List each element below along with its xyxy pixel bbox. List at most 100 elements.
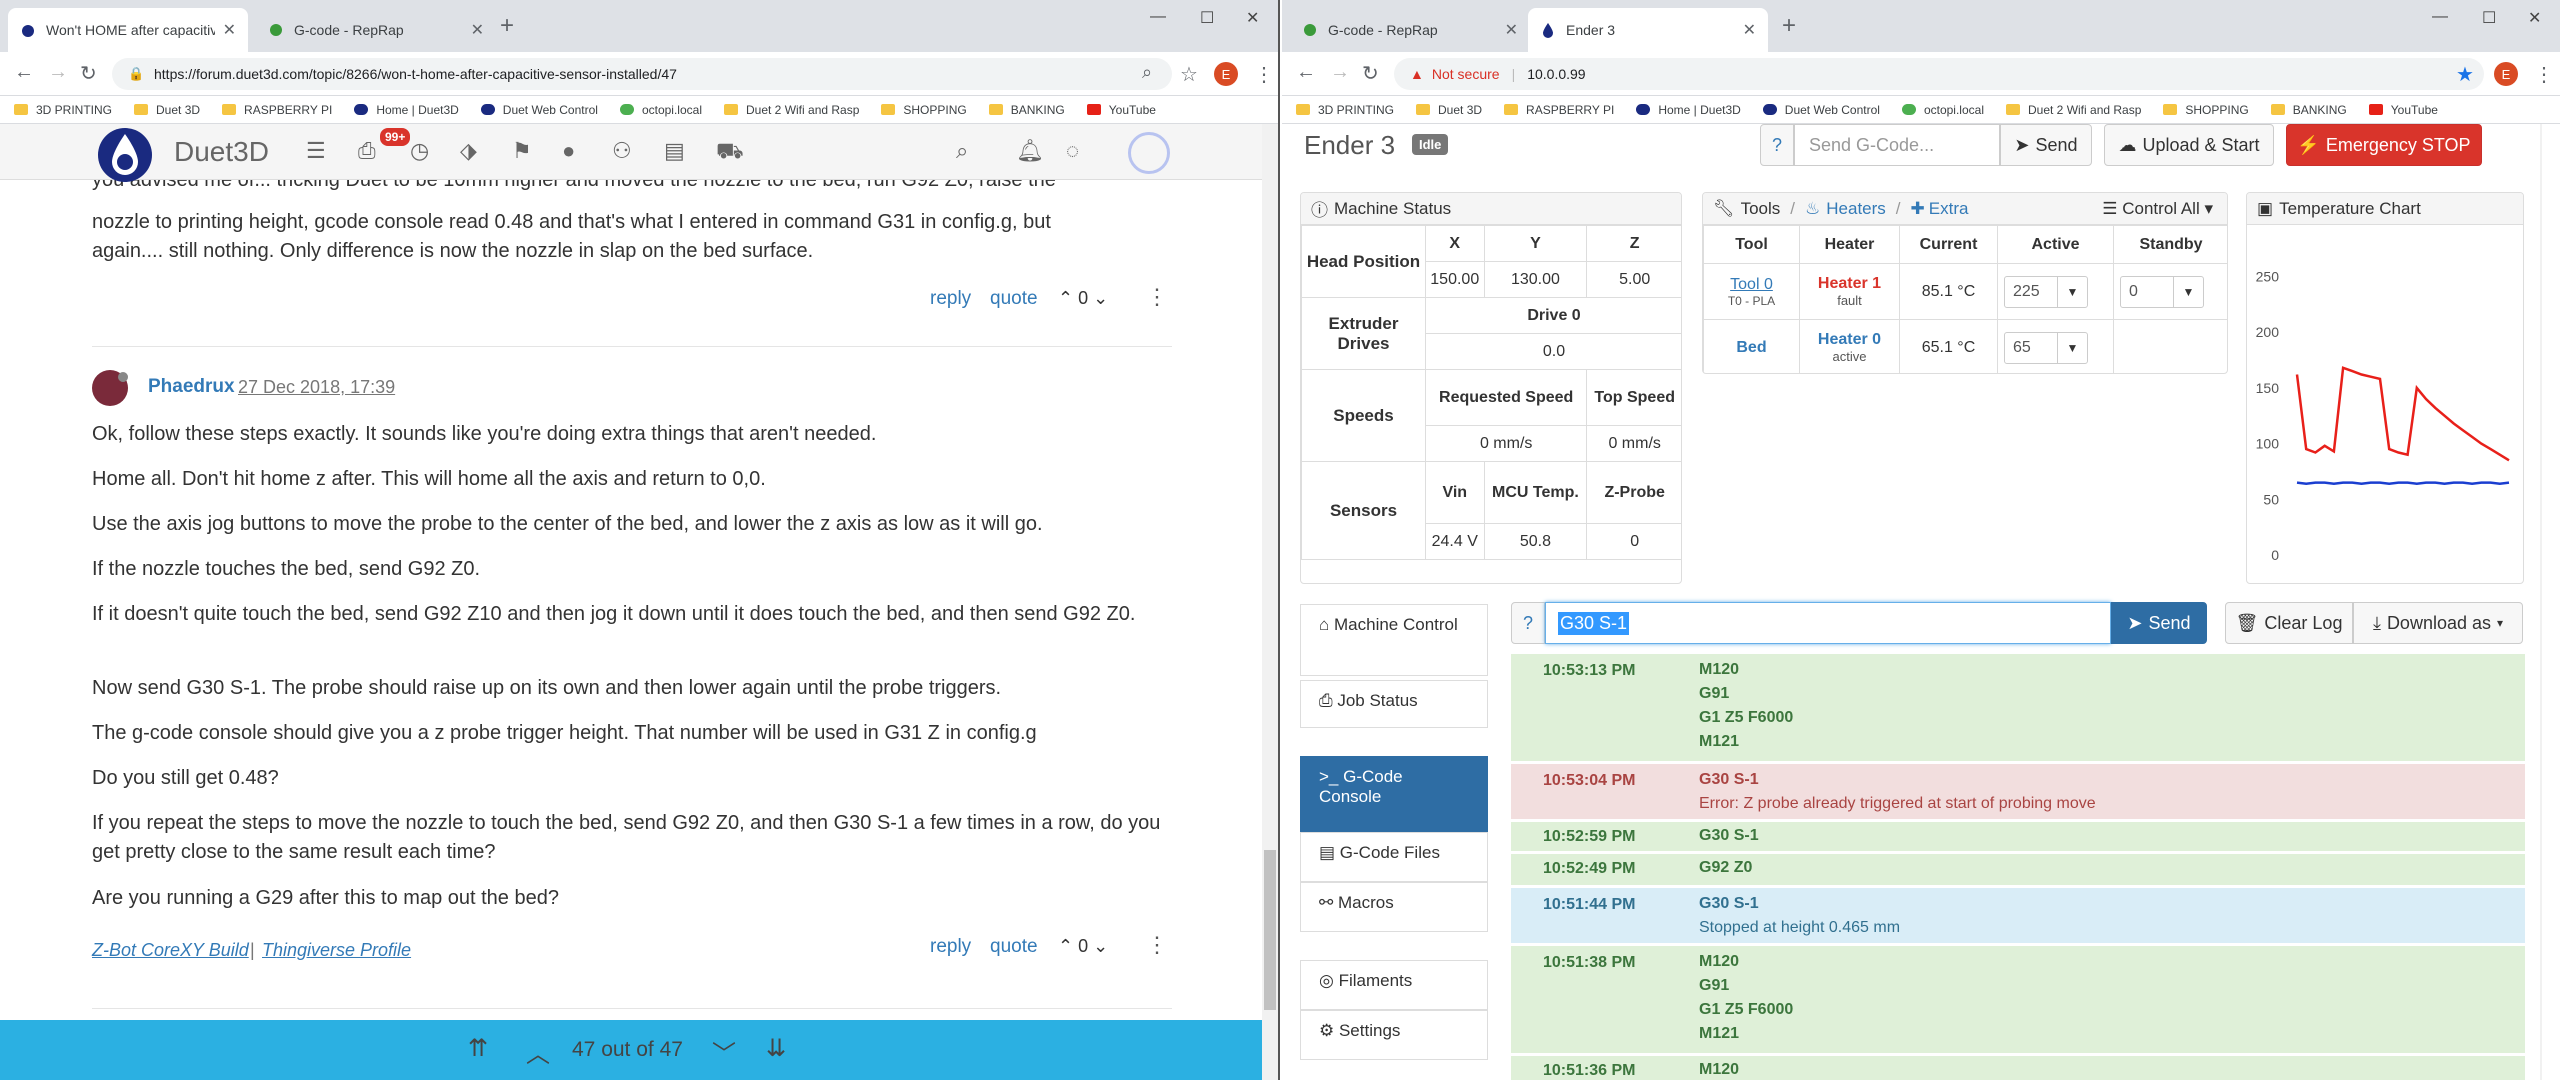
close-tab-icon[interactable]: ✕ bbox=[471, 20, 484, 40]
nav-gcode-console[interactable]: >_ G-Code Console bbox=[1300, 756, 1488, 832]
bookmark-item[interactable]: octopi.local bbox=[1901, 103, 1984, 117]
groups-icon[interactable]: ⚇ bbox=[612, 138, 632, 164]
bookmark-item[interactable]: 3D PRINTING bbox=[1296, 103, 1394, 117]
tab-reprap[interactable]: G-code - RepRap ✕ bbox=[1290, 8, 1530, 52]
user-icon[interactable]: ● bbox=[562, 138, 575, 164]
chat-icon[interactable]: ◌ bbox=[1066, 138, 1079, 164]
emergency-stop-button[interactable]: ⚡ Emergency STOP bbox=[2286, 124, 2482, 166]
bookmark-item[interactable]: SHOPPING bbox=[2163, 103, 2249, 117]
upvote-icon[interactable]: ⌃ bbox=[1058, 936, 1073, 956]
post-menu-icon[interactable]: ⋮ bbox=[1146, 284, 1168, 310]
maximize-icon[interactable]: ☐ bbox=[1200, 8, 1214, 28]
minimize-icon[interactable]: — bbox=[2432, 8, 2448, 26]
heater1-label[interactable]: Heater 1 bbox=[1800, 275, 1899, 293]
menu-icon[interactable]: ⋮ bbox=[1254, 62, 1274, 87]
forward-icon[interactable]: → bbox=[1330, 61, 1350, 84]
menu-icon[interactable]: ⋮ bbox=[2534, 62, 2554, 87]
user-avatar[interactable] bbox=[1128, 132, 1170, 174]
quote-link[interactable]: quote bbox=[990, 936, 1038, 958]
bookmark-item[interactable]: octopi.local bbox=[619, 103, 702, 117]
vote-widget[interactable]: ⌃ 0 ⌄ bbox=[1058, 936, 1108, 957]
nav-gcode-files[interactable]: ▤ G-Code Files bbox=[1300, 832, 1488, 882]
signature-link-zbot[interactable]: Z-Bot CoreXY Build bbox=[92, 940, 249, 961]
nav-filaments[interactable]: ◎ Filaments bbox=[1300, 960, 1488, 1010]
bookmark-item[interactable]: SHOPPING bbox=[881, 103, 967, 117]
nav-settings[interactable]: ⚙ Settings bbox=[1300, 1010, 1488, 1060]
upvote-icon[interactable]: ⌃ bbox=[1058, 288, 1073, 308]
book-icon[interactable]: ▤ bbox=[664, 138, 685, 164]
console-send-button[interactable]: ➤ Send bbox=[2111, 602, 2207, 644]
reload-icon[interactable]: ↻ bbox=[80, 61, 97, 86]
author-name[interactable]: Phaedrux bbox=[148, 376, 235, 398]
tab-forum[interactable]: Won't HOME after capacitive sen ✕ bbox=[8, 8, 248, 52]
new-tab-icon[interactable]: + bbox=[500, 12, 514, 40]
popular-icon[interactable]: ⚑ bbox=[512, 138, 532, 164]
inbox-icon[interactable]: ⎙ bbox=[358, 138, 376, 164]
console-help-button[interactable]: ? bbox=[1511, 602, 1545, 644]
nav-macros[interactable]: ⚯ Macros bbox=[1300, 882, 1488, 932]
prev-post-icon[interactable]: ︿ bbox=[526, 1034, 550, 1069]
downvote-icon[interactable]: ⌄ bbox=[1093, 288, 1108, 308]
star-icon[interactable]: ☆ bbox=[1180, 62, 1198, 87]
next-post-icon[interactable]: ﹀ bbox=[712, 1034, 736, 1069]
site-name[interactable]: Duet3D bbox=[174, 136, 269, 168]
reply-link[interactable]: reply bbox=[930, 288, 971, 310]
bookmark-item[interactable]: BANKING bbox=[988, 103, 1065, 117]
upload-start-button[interactable]: ☁ Upload & Start bbox=[2104, 124, 2274, 166]
download-as-button[interactable]: ⤓ Download as ▾ bbox=[2353, 602, 2523, 644]
gcode-help-button[interactable]: ? bbox=[1760, 124, 1794, 166]
console-input[interactable]: G30 S-1 bbox=[1545, 602, 2111, 644]
close-window-icon[interactable]: ✕ bbox=[2528, 8, 2541, 28]
profile-avatar[interactable]: E bbox=[1214, 62, 1238, 86]
tool0-dropdown[interactable]: Tool 0 bbox=[1704, 276, 1799, 294]
bookmark-item[interactable]: Home | Duet3D bbox=[354, 103, 459, 117]
bookmark-item[interactable]: Duet 2 Wifi and Rasp bbox=[2006, 103, 2141, 117]
scrollbar-thumb[interactable] bbox=[1264, 850, 1276, 1010]
maximize-icon[interactable]: ☐ bbox=[2482, 8, 2496, 28]
bookmark-item[interactable]: Duet Web Control bbox=[1762, 103, 1880, 117]
search-icon[interactable]: ⌕ bbox=[956, 138, 968, 164]
close-tab-icon[interactable]: ✕ bbox=[1743, 20, 1756, 40]
bookmark-item[interactable]: YouTube bbox=[2368, 103, 2438, 117]
nav-job-status[interactable]: ⎙ Job Status bbox=[1300, 680, 1488, 728]
extra-tab[interactable]: Extra bbox=[1929, 199, 1969, 219]
star-icon[interactable]: ★ bbox=[2456, 62, 2474, 87]
heaters-tab[interactable]: Heaters bbox=[1826, 199, 1886, 219]
back-icon[interactable]: ← bbox=[1296, 61, 1316, 84]
bed-label[interactable]: Bed bbox=[1703, 319, 1800, 373]
clear-log-button[interactable]: 🗑︎ Clear Log bbox=[2225, 602, 2353, 644]
bookmark-item[interactable]: RASPBERRY PI bbox=[1504, 103, 1614, 117]
bookmark-item[interactable]: YouTube bbox=[1086, 103, 1156, 117]
bookmark-item[interactable]: Duet Web Control bbox=[480, 103, 598, 117]
new-tab-icon[interactable]: + bbox=[1782, 12, 1796, 40]
back-icon[interactable]: ← bbox=[14, 61, 34, 84]
gcode-input[interactable]: Send G-Code... bbox=[1794, 124, 2000, 166]
tool0-active-select[interactable]: 225 ▼ bbox=[2004, 276, 2088, 308]
bookmark-item[interactable]: RASPBERRY PI bbox=[222, 103, 332, 117]
address-bar[interactable]: ▲ Not secure | 10.0.0.99 bbox=[1394, 58, 2484, 90]
bookmark-item[interactable]: Home | Duet3D bbox=[1636, 103, 1741, 117]
bookmark-item[interactable]: 3D PRINTING bbox=[14, 103, 112, 117]
tool0-standby-select[interactable]: 0 ▼ bbox=[2120, 276, 2204, 308]
duet3d-logo[interactable] bbox=[98, 128, 152, 182]
nav-machine-control[interactable]: ⌂ Machine Control bbox=[1300, 604, 1488, 676]
bookmark-item[interactable]: Duet 2 Wifi and Rasp bbox=[724, 103, 859, 117]
reply-link[interactable]: reply bbox=[930, 936, 971, 958]
address-bar[interactable]: 🔒 https://forum.duet3d.com/topic/8266/wo… bbox=[112, 58, 1172, 90]
tools-tab[interactable]: Tools bbox=[1741, 199, 1781, 219]
cart-icon[interactable]: ⛟ bbox=[716, 138, 744, 167]
downvote-icon[interactable]: ⌄ bbox=[1093, 936, 1108, 956]
first-post-icon[interactable]: ⇈ bbox=[468, 1034, 488, 1063]
tab-ender3[interactable]: Ender 3 ✕ bbox=[1528, 8, 1768, 52]
zoom-icon[interactable]: ⌕ bbox=[1142, 62, 1152, 83]
forward-icon[interactable]: → bbox=[48, 61, 68, 84]
heater0-label[interactable]: Heater 0 bbox=[1800, 331, 1899, 349]
bookmark-item[interactable]: BANKING bbox=[2270, 103, 2347, 117]
control-all-dropdown[interactable]: ☰ Control All ▾ bbox=[2102, 199, 2213, 219]
last-post-icon[interactable]: ⇊ bbox=[766, 1034, 786, 1063]
recent-icon[interactable]: ☰ bbox=[306, 138, 326, 164]
tab-reprap[interactable]: G-code - RepRap ✕ bbox=[256, 8, 496, 52]
tags-icon[interactable]: ⬗ bbox=[460, 138, 477, 164]
bookmark-item[interactable]: Duet 3D bbox=[1416, 103, 1482, 117]
close-tab-icon[interactable]: ✕ bbox=[223, 20, 236, 40]
